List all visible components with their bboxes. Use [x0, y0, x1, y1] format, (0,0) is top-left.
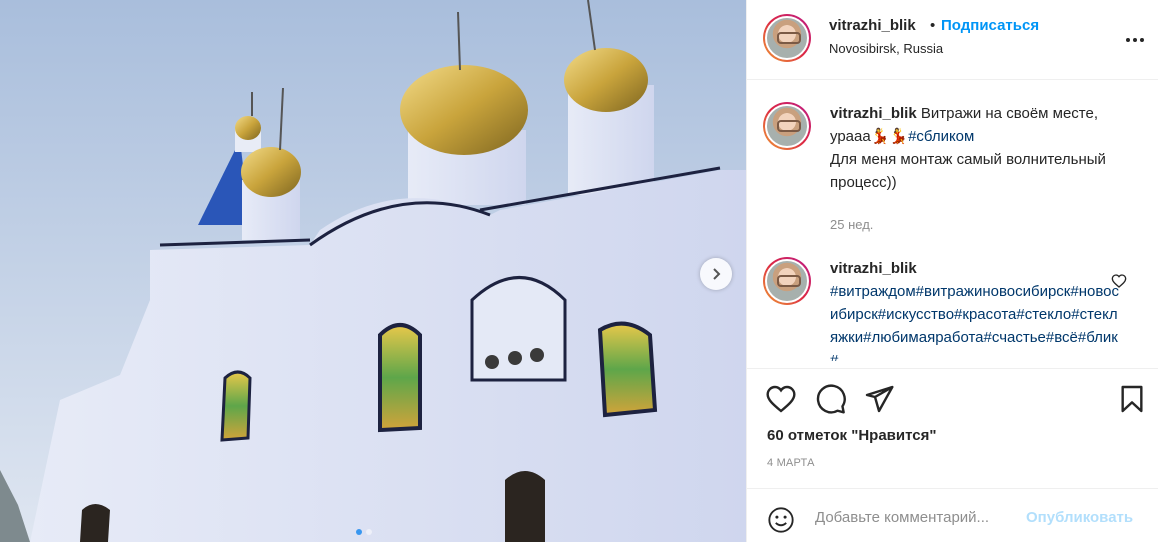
header-username[interactable]: vitrazhi_blik [829, 17, 916, 34]
caption-text-line2: Для меня монтаж самый волнительный проце… [830, 151, 1106, 191]
follow-button[interactable]: Подписаться [941, 17, 1039, 34]
church-photo [0, 0, 746, 542]
caption-hashtag[interactable]: #сбликом [908, 128, 974, 145]
caption-body: vitrazhi_blik Витражи на своём месте, ур… [830, 102, 1125, 194]
carousel-indicator [356, 529, 372, 535]
caption-emoji: 💃💃 [870, 128, 909, 145]
heart-icon[interactable] [765, 383, 797, 415]
more-icon [1126, 38, 1144, 42]
caption-time[interactable]: 25 нед. [830, 217, 873, 232]
separator: • [930, 17, 936, 34]
comment-input[interactable] [815, 505, 1025, 529]
chevron-right-icon [713, 268, 721, 280]
post-actions [747, 368, 1158, 428]
bookmark-icon[interactable] [1116, 383, 1148, 415]
comment-avatar[interactable] [763, 257, 811, 305]
share-icon[interactable] [863, 383, 895, 415]
post-header: vitrazhi_blik • Подписаться Novosibirsk,… [747, 0, 1158, 80]
location-link[interactable]: Novosibirsk, Russia [829, 41, 943, 56]
publish-button[interactable]: Опубликовать [1026, 509, 1133, 526]
post-photo[interactable] [0, 0, 746, 542]
caption-username[interactable]: vitrazhi_blik [830, 105, 917, 122]
carousel-next-button[interactable] [700, 258, 732, 290]
avatar[interactable] [763, 14, 811, 62]
comment-like-heart-icon[interactable] [1111, 273, 1127, 289]
caption-avatar[interactable] [763, 102, 811, 150]
post-date[interactable]: 4 МАРТА [767, 457, 815, 469]
carousel-dot [366, 529, 372, 535]
more-options-button[interactable] [1123, 28, 1147, 52]
comment-body: vitrazhi_blik #витраждом#витражиновосиби… [830, 257, 1125, 361]
post-details-panel: vitrazhi_blik • Подписаться Novosibirsk,… [746, 0, 1158, 542]
likes-count[interactable]: 60 отметок "Нравится" [767, 427, 936, 444]
comment-username[interactable]: vitrazhi_blik [830, 260, 917, 277]
comment-hashtags[interactable]: #витраждом#витражиновосибирск#новосибирс… [830, 283, 1119, 361]
emoji-icon[interactable] [767, 506, 795, 534]
add-comment-bar: Опубликовать [747, 488, 1158, 542]
comments-list[interactable]: vitrazhi_blik Витражи на своём месте, ур… [747, 81, 1158, 361]
carousel-dot-active [356, 529, 362, 535]
comment-icon[interactable] [815, 383, 847, 415]
